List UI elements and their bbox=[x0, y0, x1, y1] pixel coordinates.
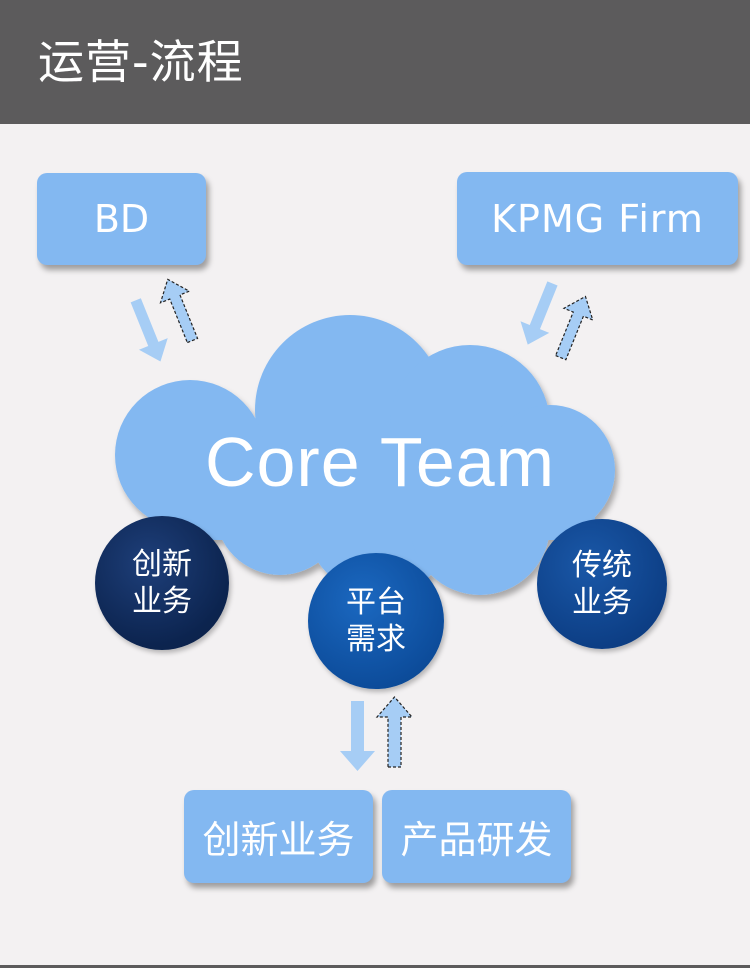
kpmg-firm-box: KPMG Firm bbox=[457, 172, 738, 265]
innovation-business-circle: 创新 业务 bbox=[95, 516, 229, 650]
platform-demand-circle: 平台 需求 bbox=[308, 553, 444, 689]
product-rd-box: 产品研发 bbox=[382, 790, 571, 883]
bd-label: BD bbox=[93, 197, 150, 241]
core-team-label: Core Team bbox=[204, 423, 556, 501]
down-arrow-bottom bbox=[340, 701, 375, 771]
innovation-circle-line2: 业务 bbox=[132, 584, 192, 619]
innovation-business-label: 创新业务 bbox=[202, 818, 355, 862]
innovation-business-box: 创新业务 bbox=[184, 790, 373, 883]
up-arrow-kpmg bbox=[554, 295, 594, 361]
traditional-circle-line2: 业务 bbox=[572, 585, 632, 620]
traditional-circle-line1: 传统 bbox=[572, 548, 632, 583]
down-arrow-bd bbox=[130, 298, 168, 362]
platform-circle-line2: 需求 bbox=[346, 622, 406, 657]
product-rd-label: 产品研发 bbox=[400, 818, 553, 862]
up-arrow-bottom bbox=[375, 696, 414, 768]
traditional-business-circle: 传统 业务 bbox=[537, 519, 667, 649]
bd-box: BD bbox=[37, 173, 206, 265]
down-arrow-kpmg bbox=[520, 281, 558, 345]
up-arrow-bd bbox=[159, 278, 199, 344]
innovation-circle-line1: 创新 bbox=[132, 547, 192, 582]
kpmg-firm-label: KPMG Firm bbox=[491, 196, 704, 241]
platform-circle-line1: 平台 bbox=[346, 585, 406, 620]
